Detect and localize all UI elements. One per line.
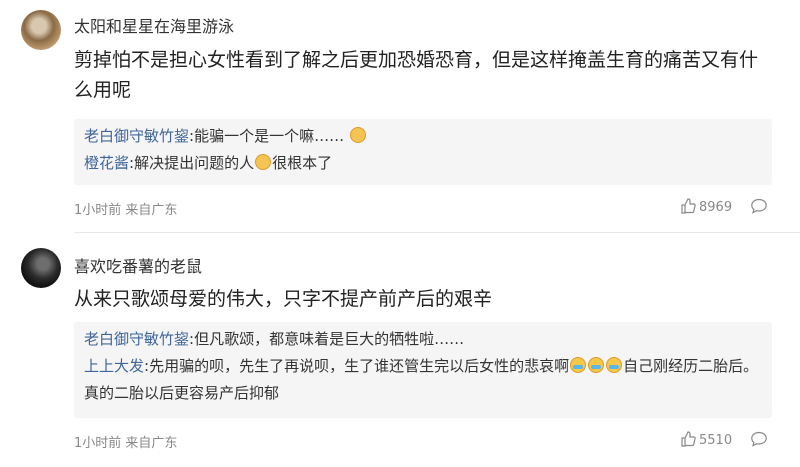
reply-username[interactable]: 上上大发 [84,357,144,375]
comment-username[interactable]: 太阳和星星在海里游泳 [74,13,234,37]
comment-meta: 1小时前 来自广东 [74,436,178,451]
crying-emoji-icon [606,357,623,373]
reply-box: 老白御守敏竹鋆:能骗一个是一个嘛…… 橙花酱:解决提出问题的人 很根本了 [74,119,772,185]
avatar[interactable] [21,248,61,288]
reply-line: 上上大发:先用骗的呗，先生了再说呗，生了谁还管生完以后女性的悲哀啊 自己刚经历二胎… [84,353,762,407]
like-button[interactable]: 5510 [680,431,732,448]
comment-content: 从来只歌颂母爱的伟大，只字不提产前产后的艰辛 [74,288,493,310]
crying-emoji-icon [570,357,587,373]
avatar[interactable] [21,10,61,50]
reply-username[interactable]: 橙花酱 [84,154,129,172]
comment-content: 剪掉怕不是担心女性看到了解之后更加恐婚恐育，但是这样掩盖生育的痛苦又有什么用呢 [74,49,759,101]
reply-box: 老白御守敏竹鋆:但凡歌颂，都意味着是巨大的牺牲啦…… 上上大发:先用骗的呗，先生… [74,322,772,418]
like-button[interactable]: 8969 [680,198,732,215]
thumbs-up-icon [681,198,696,214]
reply-text: 解决提出问题的人 [134,154,255,172]
like-count: 5510 [699,433,733,448]
comment-divider [74,232,800,233]
reply-text: 但凡歌颂，都意味着是巨大的牺牲啦…… [194,330,465,348]
comment-bubble-icon[interactable] [750,431,768,447]
comment-username[interactable]: 喜欢吃番薯的老鼠 [74,253,202,277]
like-count: 8969 [699,200,733,215]
comment-bubble-icon[interactable] [750,198,768,214]
reply-line: 老白御守敏竹鋆:但凡歌颂，都意味着是巨大的牺牲啦…… [84,326,762,353]
reply-line: 老白御守敏竹鋆:能骗一个是一个嘛…… [84,123,762,150]
doge-emoji-icon [349,127,366,143]
reply-username[interactable]: 老白御守敏竹鋆 [84,127,189,145]
comment-meta: 1小时前 来自广东 [74,203,178,218]
crying-emoji-icon [588,357,605,373]
thumbs-up-icon [681,431,696,447]
reply-text: 能骗一个是一个嘛…… [194,127,345,145]
reply-line: 橙花酱:解决提出问题的人 很根本了 [84,150,762,177]
reply-text: 先用骗的呗，先生了再说呗，生了谁还管生完以后女性的悲哀啊 [149,357,570,375]
reply-username[interactable]: 老白御守敏竹鋆 [84,330,189,348]
doge-emoji-icon [255,154,272,170]
reply-text-tail: 很根本了 [272,154,333,172]
